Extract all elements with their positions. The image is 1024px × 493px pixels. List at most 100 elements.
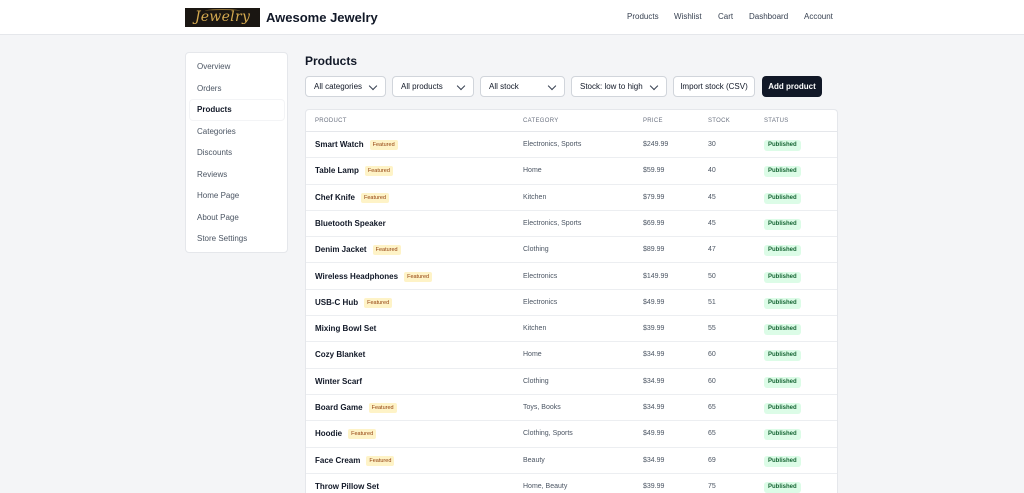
table-row[interactable]: Bluetooth Speaker Electronics, Sports $69.…	[306, 211, 837, 238]
nav-account[interactable]: Account	[804, 12, 833, 21]
price-cell: $49.99	[643, 298, 665, 306]
sort-select[interactable]: Stock: low to high	[571, 76, 667, 97]
sidebar-item-products[interactable]: Products	[190, 100, 284, 120]
column-header-product[interactable]: PRODUCT	[315, 118, 347, 124]
price-cell: $89.99	[643, 246, 665, 254]
page-title: Products	[305, 54, 358, 68]
product-name-text: Bluetooth Speaker	[315, 218, 386, 228]
product-name[interactable]: Smart Watch Featured	[315, 140, 398, 150]
featured-badge: Featured	[369, 140, 398, 150]
sidebar-item-reviews[interactable]: Reviews	[190, 165, 284, 185]
stock-cell: 65	[708, 404, 716, 411]
product-name[interactable]: Mixing Bowl Set	[315, 324, 376, 333]
featured-badge: Featured	[366, 455, 395, 466]
table-row[interactable]: Smart Watch Featured Electronics, Sports $2…	[306, 132, 837, 159]
status-badge: Published	[764, 166, 801, 178]
status-badge: Published	[764, 324, 801, 336]
category-filter-value: All categories	[314, 82, 363, 91]
product-name[interactable]: USB-C Hub Featured	[315, 297, 393, 308]
products-table: PRODUCT CATEGORY PRICE STOCK STATUS Smar…	[305, 109, 838, 493]
column-header-status[interactable]: STATUS	[764, 118, 789, 124]
table-row[interactable]: Mixing Bowl Set Kitchen $39.99 55 Published	[306, 316, 837, 343]
status-badge: Published	[764, 271, 801, 283]
add-product-button[interactable]: Add product	[762, 76, 822, 97]
column-header-stock[interactable]: STOCK	[708, 118, 730, 124]
products-filter[interactable]: All products	[392, 76, 474, 97]
product-name[interactable]: Throw Pillow Set	[315, 482, 379, 491]
table-header: PRODUCT CATEGORY PRICE STOCK STATUS	[306, 110, 837, 132]
import-stock-button[interactable]: Import stock (CSV)	[673, 76, 755, 97]
featured-badge: Featured	[361, 192, 390, 203]
sidebar-item-orders[interactable]: Orders	[190, 79, 284, 99]
table-row[interactable]: Cozy Blanket Home $34.99 60 Published	[306, 342, 837, 369]
product-name-text: USB-C Hub	[315, 297, 359, 307]
table-row[interactable]: Hoodie Featured Clothing, Sports $49.99 65 Pu…	[306, 421, 837, 448]
brand-name[interactable]: Awesome Jewelry	[266, 10, 378, 25]
sort-select-value: Stock: low to high	[580, 82, 643, 91]
sidebar-item-overview[interactable]: Overview	[190, 57, 284, 77]
stock-filter[interactable]: All stock	[480, 76, 565, 97]
nav-products[interactable]: Products	[627, 12, 659, 21]
category-cell: Home	[523, 167, 542, 175]
table-row[interactable]: Table Lamp Featured Home $59.99 40 Published	[306, 158, 837, 185]
chevron-down-icon	[456, 81, 466, 91]
table-row[interactable]: Chef Knife Featured Kitchen $79.99 45 Publish…	[306, 185, 837, 211]
product-name[interactable]: Denim Jacket Featured	[315, 245, 401, 256]
stock-cell: 60	[708, 377, 716, 385]
product-name-text: Throw Pillow Set	[315, 481, 380, 491]
product-name[interactable]: Cozy Blanket	[315, 350, 365, 359]
category-cell: Electronics, Sports	[523, 141, 582, 148]
product-name-text: Face Cream	[315, 455, 361, 465]
table-row[interactable]: Winter Scarf Clothing $34.99 60 Published	[306, 369, 837, 395]
table-row[interactable]: Face Cream Featured Beauty $34.99 69 Publishe…	[306, 448, 837, 474]
stock-cell: 55	[708, 325, 716, 333]
nav-wishlist[interactable]: Wishlist	[674, 12, 702, 21]
product-name[interactable]: Bluetooth Speaker	[315, 219, 386, 228]
price-cell: $39.99	[643, 325, 665, 333]
featured-badge: Featured	[364, 297, 393, 308]
table-row[interactable]: USB-C Hub Featured Electronics $49.99 51 Publ…	[306, 290, 837, 317]
top-bar: Jewelry Awesome Jewelry Products Wishlis…	[0, 0, 1024, 35]
sidebar-item-store-settings[interactable]: Store Settings	[190, 229, 284, 249]
column-header-price[interactable]: PRICE	[643, 118, 663, 124]
stock-cell: 75	[708, 482, 716, 490]
product-name-text: Table Lamp	[315, 166, 359, 176]
nav-dashboard[interactable]: Dashboard	[749, 12, 788, 21]
stock-cell: 45	[708, 193, 716, 201]
price-cell: $34.99	[643, 456, 665, 464]
status-badge: Published	[764, 297, 801, 309]
chevron-down-icon	[649, 81, 659, 91]
chevron-down-icon	[368, 81, 378, 91]
product-name[interactable]: Table Lamp Featured	[315, 166, 393, 177]
product-name-text: Chef Knife	[315, 192, 355, 202]
column-header-category[interactable]: CATEGORY	[523, 118, 559, 124]
product-name[interactable]: Winter Scarf	[315, 377, 362, 386]
price-cell: $34.99	[643, 377, 665, 385]
price-cell: $49.99	[643, 430, 665, 438]
price-cell: $34.99	[643, 404, 665, 411]
category-filter[interactable]: All categories	[305, 76, 386, 97]
product-name[interactable]: Face Cream Featured	[315, 455, 395, 466]
table-row[interactable]: Throw Pillow Set Home, Beauty $39.99 75 Publ…	[306, 474, 837, 493]
status-badge: Published	[764, 376, 801, 388]
stock-cell: 40	[708, 167, 716, 175]
nav-cart[interactable]: Cart	[718, 12, 733, 21]
table-row[interactable]: Board Game Featured Toys, Books $34.99 65 Pub…	[306, 395, 837, 422]
sidebar-item-discounts[interactable]: Discounts	[190, 143, 284, 163]
sidebar-item-categories[interactable]: Categories	[190, 122, 284, 142]
stock-cell: 69	[708, 456, 716, 464]
sidebar-item-about-page[interactable]: About Page	[190, 208, 284, 228]
product-name[interactable]: Hoodie Featured	[315, 429, 377, 440]
product-name[interactable]: Wireless Headphones Featured	[315, 271, 433, 282]
product-name[interactable]: Board Game Featured	[315, 403, 397, 413]
product-name-text: Wireless Headphones	[315, 271, 399, 281]
featured-badge: Featured	[372, 245, 401, 256]
table-row[interactable]: Wireless Headphones Featured Electronics $1…	[306, 264, 837, 290]
table-row[interactable]: Denim Jacket Featured Clothing $89.99 47 Publ…	[306, 237, 837, 264]
store-logo[interactable]: Jewelry	[185, 8, 260, 27]
status-badge: Published	[764, 481, 801, 493]
stock-cell: 47	[708, 246, 716, 254]
product-name[interactable]: Chef Knife Featured	[315, 192, 390, 203]
sidebar-item-home-page[interactable]: Home Page	[190, 186, 284, 206]
status-badge: Published	[764, 245, 801, 257]
